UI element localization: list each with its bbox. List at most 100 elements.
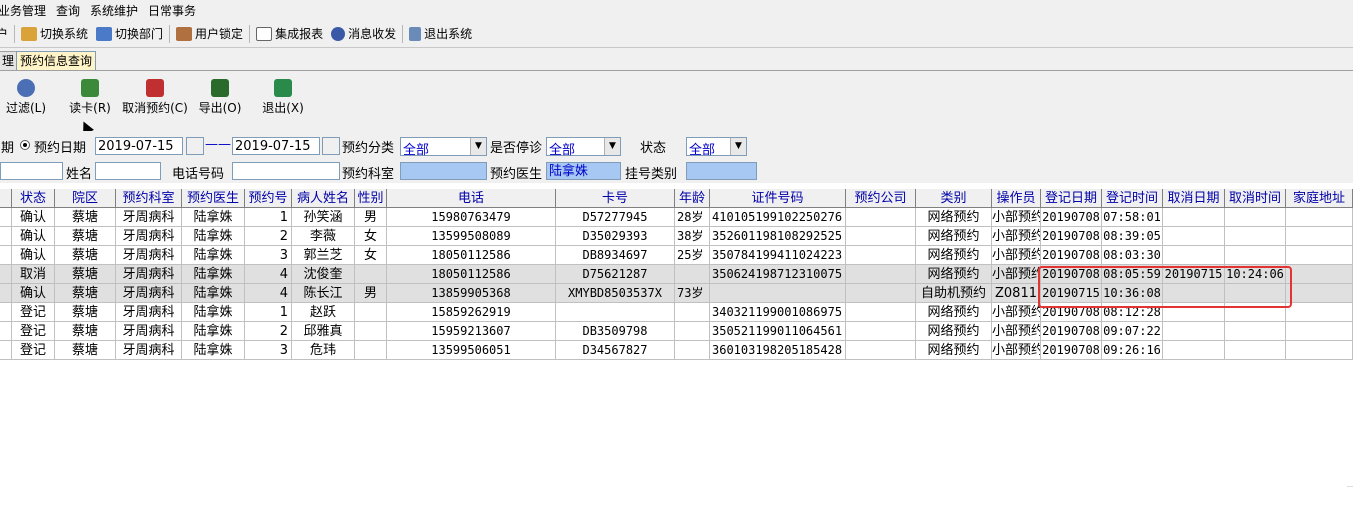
table-cell[interactable]: 陆拿姝 — [182, 265, 245, 284]
table-cell[interactable]: 网络预约 — [916, 227, 992, 246]
table-cell[interactable] — [1286, 303, 1353, 322]
column-header[interactable]: 院区 — [55, 189, 116, 208]
table-cell[interactable] — [1225, 246, 1286, 265]
table-cell[interactable]: 4 — [245, 284, 292, 303]
table-cell[interactable]: 网络预约 — [916, 265, 992, 284]
switch-dept-button[interactable]: 切换部门 — [92, 23, 167, 45]
message-button[interactable]: 消息收发 — [327, 23, 400, 45]
table-cell[interactable]: 20190708 — [1041, 322, 1102, 341]
column-header[interactable]: 操作员 — [992, 189, 1041, 208]
table-cell[interactable] — [846, 265, 916, 284]
table-cell[interactable]: 确认 — [12, 246, 55, 265]
table-cell[interactable]: 陆拿姝 — [182, 227, 245, 246]
menu-query[interactable]: 查询 — [56, 2, 90, 19]
table-cell[interactable]: 2 — [245, 227, 292, 246]
table-cell[interactable]: 10:24:06 — [1225, 265, 1286, 284]
table-cell[interactable] — [846, 227, 916, 246]
table-cell[interactable]: 350624198712310075 — [710, 265, 846, 284]
table-cell[interactable]: 陈长江 — [292, 284, 355, 303]
table-cell[interactable]: 陆拿姝 — [182, 341, 245, 360]
table-cell[interactable] — [710, 284, 846, 303]
table-cell[interactable]: 确认 — [12, 227, 55, 246]
table-cell[interactable] — [1163, 227, 1225, 246]
table-cell[interactable]: 1 — [245, 208, 292, 227]
table-cell[interactable]: 15959213607 — [387, 322, 556, 341]
column-header[interactable]: 类别 — [916, 189, 992, 208]
table-cell[interactable] — [1163, 208, 1225, 227]
table-cell[interactable]: 小部预约 — [992, 265, 1041, 284]
table-cell[interactable]: D75621287 — [556, 265, 675, 284]
table-cell[interactable]: 登记 — [12, 322, 55, 341]
table-cell[interactable]: 10:36:08 — [1102, 284, 1163, 303]
table-cell[interactable] — [846, 341, 916, 360]
column-header[interactable]: 电话 — [387, 189, 556, 208]
table-cell[interactable]: 15980763479 — [387, 208, 556, 227]
table-cell[interactable]: D34567827 — [556, 341, 675, 360]
table-cell[interactable] — [675, 341, 710, 360]
table-cell[interactable]: 08:12:28 — [1102, 303, 1163, 322]
table-cell[interactable]: 352601198108292525 — [710, 227, 846, 246]
table-cell[interactable] — [1225, 208, 1286, 227]
column-header[interactable]: 预约医生 — [182, 189, 245, 208]
table-cell[interactable] — [846, 284, 916, 303]
table-cell[interactable]: 350521199011064561 — [710, 322, 846, 341]
table-cell[interactable] — [1225, 341, 1286, 360]
table-cell[interactable] — [1286, 227, 1353, 246]
menu-daily[interactable]: 日常事务 — [148, 2, 206, 19]
date-radio[interactable] — [20, 140, 30, 150]
table-cell[interactable] — [675, 265, 710, 284]
table-cell[interactable]: 09:07:22 — [1102, 322, 1163, 341]
table-cell[interactable]: 13599506051 — [387, 341, 556, 360]
table-cell[interactable]: 蔡塘 — [55, 303, 116, 322]
column-header[interactable]: 卡号 — [556, 189, 675, 208]
status-select[interactable]: 全部 ▼ — [686, 137, 747, 158]
table-cell[interactable]: Z0811 — [992, 284, 1041, 303]
table-cell[interactable]: 陆拿姝 — [182, 284, 245, 303]
table-cell[interactable]: 小部预约 — [992, 227, 1041, 246]
category-select[interactable]: 全部 ▼ — [400, 137, 487, 158]
table-cell[interactable] — [1286, 208, 1353, 227]
column-header[interactable]: 性别 — [355, 189, 387, 208]
table-cell[interactable]: 蔡塘 — [55, 265, 116, 284]
table-cell[interactable]: 网络预约 — [916, 341, 992, 360]
date-to-field[interactable]: 2019-07-15 — [232, 137, 320, 155]
table-cell[interactable]: 陆拿姝 — [182, 303, 245, 322]
read-card-button[interactable]: 读卡(R) — [55, 79, 125, 116]
table-cell[interactable]: D57277945 — [556, 208, 675, 227]
table-cell[interactable]: 蔡塘 — [55, 322, 116, 341]
table-cell[interactable] — [1163, 303, 1225, 322]
table-cell[interactable]: 3 — [245, 341, 292, 360]
table-cell[interactable]: 28岁 — [675, 208, 710, 227]
doctor-field[interactable]: 陆拿姝 — [546, 162, 621, 180]
column-header[interactable]: 证件号码 — [710, 189, 846, 208]
table-cell[interactable]: 沈俊奎 — [292, 265, 355, 284]
table-cell[interactable]: 邱雅真 — [292, 322, 355, 341]
table-cell[interactable]: 牙周病科 — [116, 341, 182, 360]
table-cell[interactable] — [1225, 322, 1286, 341]
table-cell[interactable]: 09:26:16 — [1102, 341, 1163, 360]
table-cell[interactable]: 18050112586 — [387, 265, 556, 284]
date-to-picker[interactable] — [322, 137, 340, 155]
column-header[interactable]: 取消日期 — [1163, 189, 1225, 208]
table-cell[interactable]: 20190708 — [1041, 341, 1102, 360]
table-cell[interactable]: 牙周病科 — [116, 284, 182, 303]
column-header[interactable]: 预约公司 — [846, 189, 916, 208]
table-cell[interactable]: 蔡塘 — [55, 341, 116, 360]
scrollbar[interactable] — [1347, 486, 1353, 501]
table-cell[interactable] — [1286, 284, 1353, 303]
table-cell[interactable]: 赵跃 — [292, 303, 355, 322]
table-cell[interactable]: 网络预约 — [916, 208, 992, 227]
table-cell[interactable] — [846, 246, 916, 265]
table-cell[interactable]: 男 — [355, 284, 387, 303]
name-field[interactable] — [95, 162, 161, 180]
table-cell[interactable]: 危玮 — [292, 341, 355, 360]
table-cell[interactable]: 20190715 — [1163, 265, 1225, 284]
table-cell[interactable]: 牙周病科 — [116, 208, 182, 227]
column-header[interactable]: 家庭地址 — [1286, 189, 1353, 208]
table-cell[interactable] — [1225, 284, 1286, 303]
export-button[interactable]: 导出(O) — [185, 79, 255, 116]
table-cell[interactable] — [675, 322, 710, 341]
table-cell[interactable] — [1163, 246, 1225, 265]
table-cell[interactable]: 登记 — [12, 303, 55, 322]
table-cell[interactable]: 小部预约 — [992, 246, 1041, 265]
